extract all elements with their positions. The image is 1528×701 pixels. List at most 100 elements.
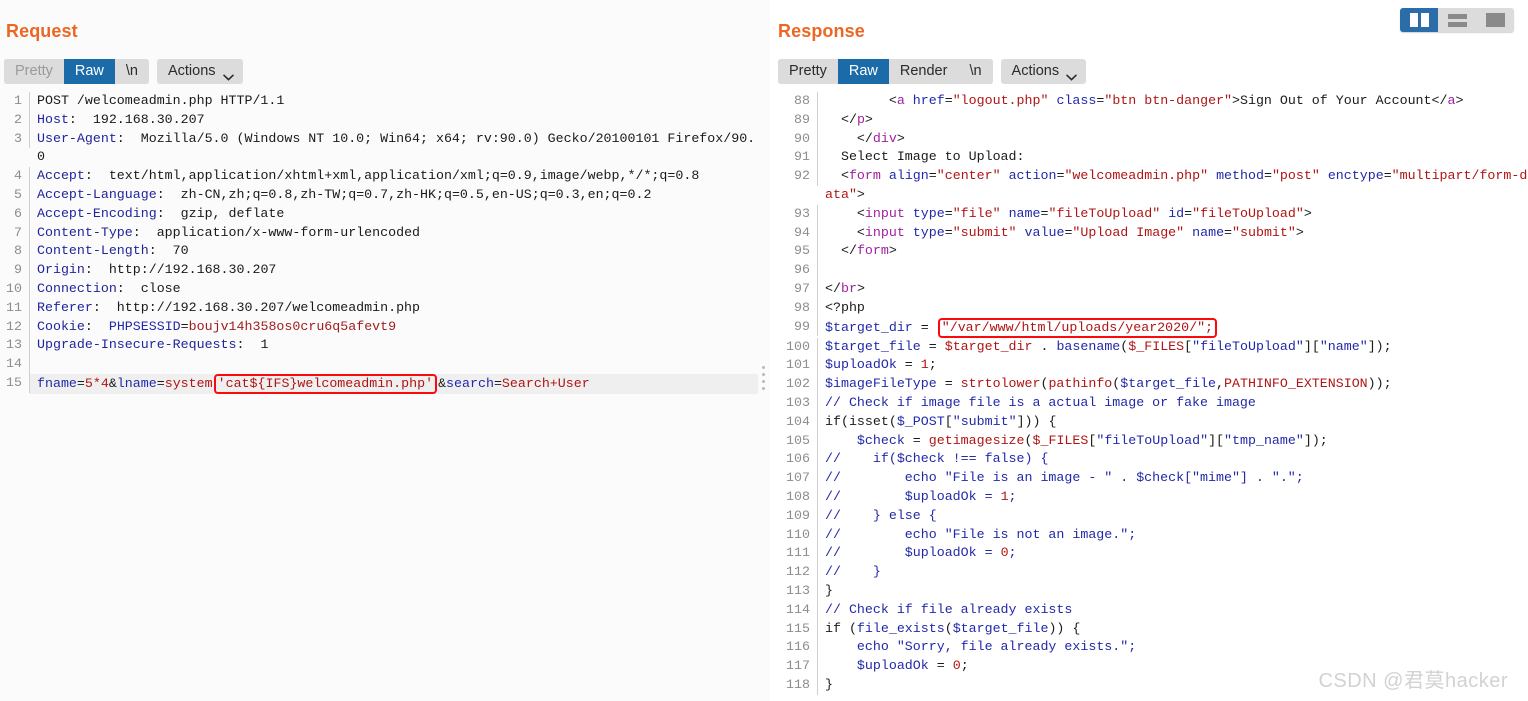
code-token: : http://192.168.30.207 <box>84 262 277 278</box>
response-tab-n[interactable]: \n <box>958 59 993 84</box>
code-token: = <box>1184 205 1193 221</box>
burp-repeater-window: Request Pretty Raw \n Actions 1 POST /welco… <box>0 0 1528 701</box>
code-token: $uploadOk <box>856 658 929 674</box>
code-line: 114 // Check if file already exists <box>770 600 1528 620</box>
layout-single-pane-button[interactable] <box>1476 8 1514 32</box>
code-text: <a href="logout.php" class="btn btn-dang… <box>818 92 1528 111</box>
code-token: 1 <box>1000 488 1009 504</box>
line-number: 3 <box>0 129 30 149</box>
code-token: br <box>840 280 857 296</box>
request-pane: Request Pretty Raw \n Actions 1 POST /welco… <box>0 0 760 701</box>
split-horizontal-icon <box>1447 13 1467 27</box>
code-token: } <box>825 676 833 692</box>
code-text: Accept-Encoding: gzip, deflate <box>30 205 758 224</box>
response-title: Response <box>778 21 865 41</box>
code-token: [ <box>944 413 953 429</box>
code-token: = <box>928 658 953 674</box>
line-number: 1 <box>0 92 30 111</box>
code-token: : <box>84 318 109 334</box>
request-editor[interactable]: 1 POST /welcomeadmin.php HTTP/1.1 2 Host: 1… <box>0 92 758 701</box>
request-view-tabs[interactable]: Pretty Raw \n <box>4 59 149 84</box>
code-token: "Sorry, file already exists."; <box>896 639 1137 655</box>
code-text: // Check if file already exists <box>818 601 1528 620</box>
response-tab-render[interactable]: Render <box>888 59 959 84</box>
code-token: $target_dir <box>944 338 1033 354</box>
code-token: & <box>438 375 447 391</box>
code-token: , <box>1216 376 1225 392</box>
layout-split-horizontal-button[interactable] <box>1438 8 1476 32</box>
request-tab-pretty[interactable]: Pretty <box>4 59 64 84</box>
code-token: system <box>164 375 213 391</box>
code-token: value <box>1024 224 1065 240</box>
line-number: 12 <box>0 317 30 337</box>
code-text: Select Image to Upload: <box>818 148 1528 167</box>
code-token: 0 <box>1000 545 1009 561</box>
line-number: 98 <box>770 298 818 318</box>
single-pane-icon <box>1485 13 1505 27</box>
code-token: = <box>156 375 165 391</box>
line-number: 6 <box>0 204 30 224</box>
code-token: = <box>944 224 953 240</box>
code-text: Content-Length: 70 <box>30 242 758 261</box>
splitter-grip-icon <box>762 366 766 392</box>
line-number: 112 <box>770 563 818 582</box>
code-token: "submit" <box>952 413 1017 429</box>
code-line: 92 <form align="center" action="welcomea… <box>770 167 1528 205</box>
code-token: : application/x-www-form-urlencoded <box>132 224 421 240</box>
code-line: 9 Origin: http://192.168.30.207 <box>0 261 758 280</box>
code-text: $check = getimagesize($_FILES["fileToUpl… <box>818 432 1528 451</box>
code-token: $check <box>856 432 905 448</box>
code-line: 90 </div> <box>770 129 1528 149</box>
code-token: Select Image to Upload: <box>825 149 1025 165</box>
code-text: Upgrade-Insecure-Requests: 1 <box>30 336 758 355</box>
response-view-tabs[interactable]: Pretty Raw Render \n <box>778 59 993 84</box>
line-number: 104 <box>770 412 818 432</box>
code-token: ]); <box>1303 432 1328 448</box>
code-line: 8 Content-Length: 70 <box>0 242 758 262</box>
code-line: 91 Select Image to Upload: <box>770 148 1528 168</box>
code-token: input <box>864 205 913 221</box>
code-line: 110 // echo "File is not an image."; <box>770 525 1528 545</box>
layout-split-vertical-button[interactable] <box>1400 8 1438 32</box>
code-token: : zh-CN,zh;q=0.8,zh-TW;q=0.7,zh-HK;q=0.5… <box>156 186 652 202</box>
response-tab-raw[interactable]: Raw <box>837 59 889 84</box>
code-line: 115 if (file_exists($target_file)) { <box>770 619 1528 639</box>
code-token: echo <box>856 639 897 655</box>
code-token: file_exists <box>856 620 945 636</box>
code-text: Accept: text/html,application/xhtml+xml,… <box>30 167 758 186</box>
code-line: 103 // Check if image file is a actual im… <box>770 393 1528 413</box>
request-tab-n[interactable]: \n <box>114 59 149 84</box>
code-token: $target_dir <box>825 319 913 335</box>
code-text: fname=5*4&lname=system'cat${IFS}welcomea… <box>30 373 758 394</box>
response-editor[interactable]: 88 <a href="logout.php" class="btn btn-d… <box>770 92 1528 701</box>
line-number: 14 <box>0 355 30 374</box>
code-line: 96 <box>770 261 1528 280</box>
request-actions-button[interactable]: Actions <box>156 59 243 84</box>
response-pane: Response Pretty Raw Render \n Actions 88 <a… <box>770 0 1528 701</box>
line-number: 10 <box>0 279 30 299</box>
pane-splitter[interactable] <box>758 0 770 701</box>
code-token: = <box>936 376 961 392</box>
code-text: $uploadOk = 1; <box>818 356 1528 375</box>
code-token: = <box>493 375 502 391</box>
line-number: 109 <box>770 506 818 526</box>
line-number: 13 <box>0 336 30 356</box>
code-token: class <box>1056 93 1097 108</box>
code-token: = <box>1263 168 1272 184</box>
code-token: ][ <box>1303 338 1320 354</box>
response-tab-pretty[interactable]: Pretty <box>778 59 838 84</box>
code-token: 1 <box>920 357 929 373</box>
chevron-down-icon <box>222 68 234 81</box>
response-actions-button[interactable]: Actions <box>1000 59 1087 84</box>
code-token: href <box>912 93 945 108</box>
code-token: isset <box>848 413 889 429</box>
code-text: POST /welcomeadmin.php HTTP/1.1 <box>30 92 758 111</box>
code-token: div <box>872 130 897 146</box>
code-token: ][ <box>1208 432 1225 448</box>
code-text: <form align="center" action="welcomeadmi… <box>818 167 1528 205</box>
request-tab-raw[interactable]: Raw <box>63 59 115 84</box>
code-token: = <box>180 318 189 334</box>
